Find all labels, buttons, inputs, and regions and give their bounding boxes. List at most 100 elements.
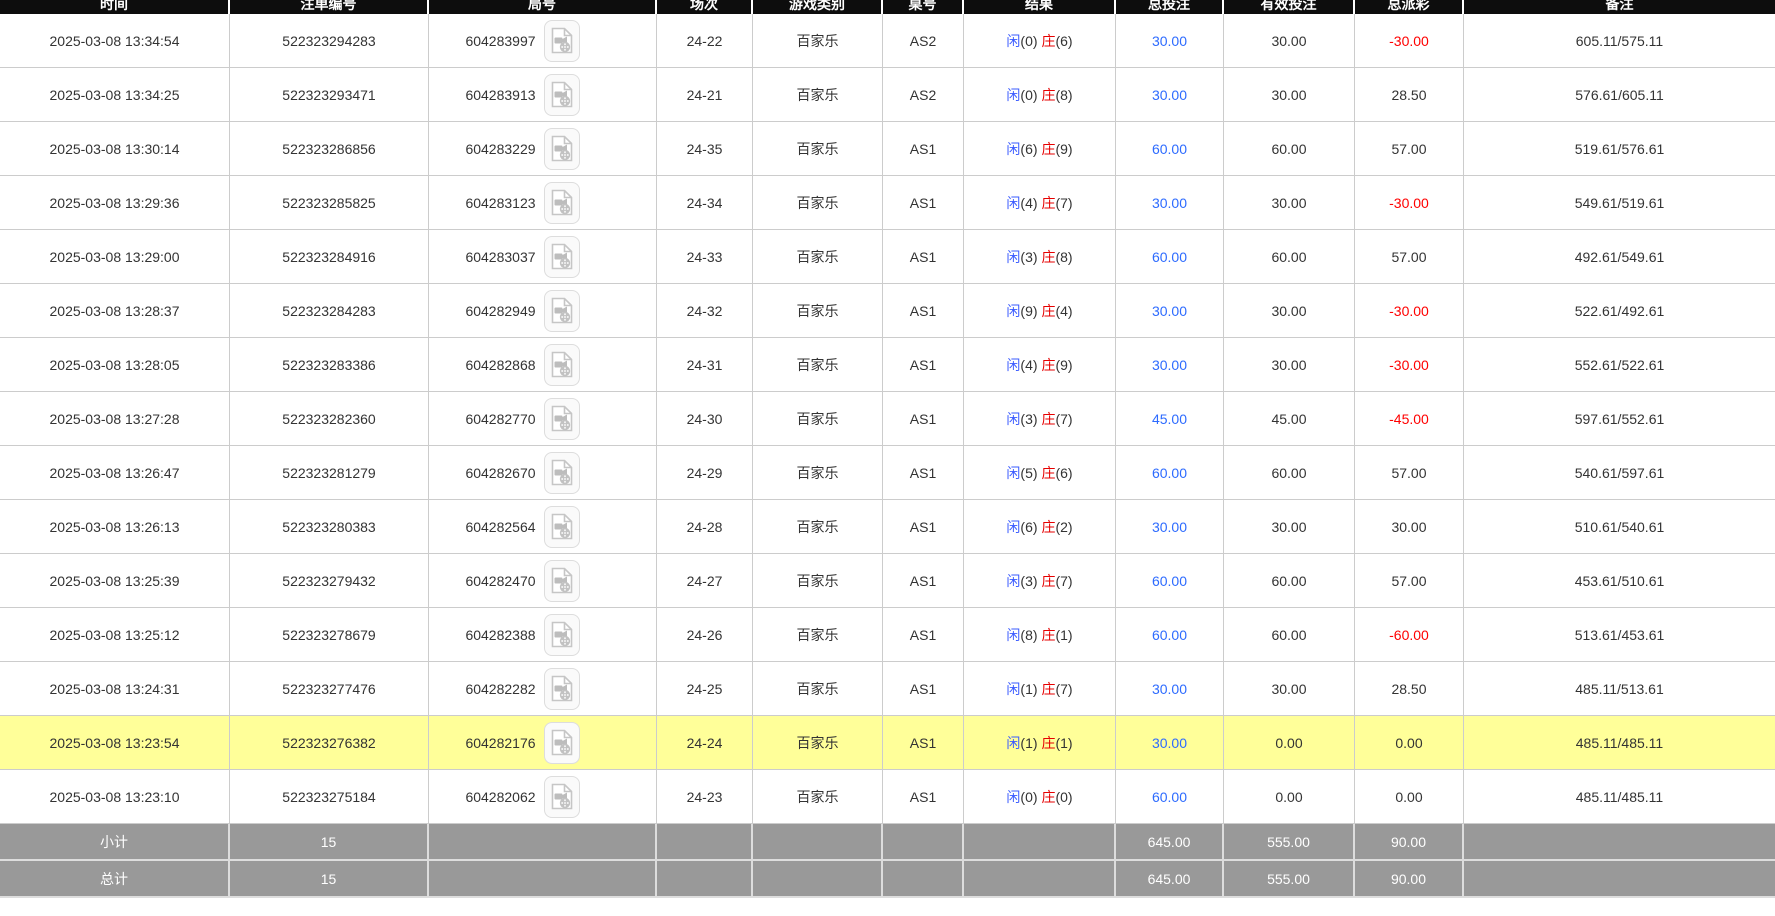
session-cell: 24-26 bbox=[657, 608, 753, 662]
summary-empty-cell bbox=[883, 861, 964, 898]
bet-id-cell: 522323277476 bbox=[230, 662, 429, 716]
total-bet-cell: 45.00 bbox=[1116, 392, 1224, 446]
banker-label: 庄 bbox=[1041, 573, 1055, 589]
bet-id-cell: 522323286856 bbox=[230, 122, 429, 176]
summary-payout-cell: 90.00 bbox=[1355, 824, 1464, 861]
table-id-cell: AS1 bbox=[883, 770, 964, 824]
video-record-icon bbox=[551, 513, 573, 540]
valid-bet-cell: 60.00 bbox=[1224, 446, 1355, 500]
table-row: 2025-03-08 13:30:14 522323286856 6042832… bbox=[0, 122, 1775, 176]
col-header-table-id: 桌号 bbox=[883, 0, 964, 14]
summary-valid-bet-cell: 555.00 bbox=[1224, 824, 1355, 861]
table-row: 2025-03-08 13:24:31 522323277476 6042822… bbox=[0, 662, 1775, 716]
video-record-button[interactable] bbox=[544, 128, 580, 170]
video-record-button[interactable] bbox=[544, 452, 580, 494]
round-id-cell: 604282770 bbox=[429, 392, 657, 446]
table-id-cell: AS1 bbox=[883, 230, 964, 284]
video-record-button[interactable] bbox=[544, 182, 580, 224]
bet-id-cell: 522323276382 bbox=[230, 716, 429, 770]
summary-empty-cell bbox=[753, 824, 883, 861]
remark-cell: 485.11/485.11 bbox=[1464, 716, 1775, 770]
col-header-total-bet: 总投注 bbox=[1116, 0, 1224, 14]
summary-empty-cell bbox=[964, 861, 1116, 898]
table-row: 2025-03-08 13:25:12 522323278679 6042823… bbox=[0, 608, 1775, 662]
round-id-value: 604282470 bbox=[465, 573, 535, 589]
time-cell: 2025-03-08 13:29:36 bbox=[0, 176, 230, 230]
video-record-button[interactable] bbox=[544, 290, 580, 332]
payout-cell: 30.00 bbox=[1355, 500, 1464, 554]
table-row: 2025-03-08 13:26:47 522323281279 6042826… bbox=[0, 446, 1775, 500]
round-id-value: 604282770 bbox=[465, 411, 535, 427]
round-id-cell: 604283997 bbox=[429, 14, 657, 68]
bet-id-cell: 522323293471 bbox=[230, 68, 429, 122]
table-row: 2025-03-08 13:29:00 522323284916 6042830… bbox=[0, 230, 1775, 284]
game-type-cell: 百家乐 bbox=[753, 608, 883, 662]
col-header-round-id: 局号 bbox=[429, 0, 657, 14]
round-id-cell: 604282470 bbox=[429, 554, 657, 608]
video-record-button[interactable] bbox=[544, 398, 580, 440]
player-score: (3) bbox=[1020, 249, 1037, 265]
table-id-cell: AS1 bbox=[883, 392, 964, 446]
banker-score: (1) bbox=[1055, 627, 1072, 643]
bet-id-cell: 522323281279 bbox=[230, 446, 429, 500]
remark-cell: 485.11/513.61 bbox=[1464, 662, 1775, 716]
video-record-button[interactable] bbox=[544, 722, 580, 764]
valid-bet-cell: 0.00 bbox=[1224, 716, 1355, 770]
video-record-button[interactable] bbox=[544, 74, 580, 116]
bet-id-cell: 522323280383 bbox=[230, 500, 429, 554]
valid-bet-cell: 30.00 bbox=[1224, 338, 1355, 392]
round-id-cell: 604283037 bbox=[429, 230, 657, 284]
player-score: (0) bbox=[1020, 789, 1037, 805]
total-bet-cell: 30.00 bbox=[1116, 662, 1224, 716]
payout-cell: -45.00 bbox=[1355, 392, 1464, 446]
round-id-cell: 604282564 bbox=[429, 500, 657, 554]
summary-remark-cell bbox=[1464, 824, 1775, 861]
video-record-button[interactable] bbox=[544, 20, 580, 62]
player-label: 闲 bbox=[1006, 303, 1020, 319]
video-record-button[interactable] bbox=[544, 668, 580, 710]
video-record-button[interactable] bbox=[544, 776, 580, 818]
table-row: 2025-03-08 13:28:05 522323283386 6042828… bbox=[0, 338, 1775, 392]
banker-label: 庄 bbox=[1041, 357, 1055, 373]
session-cell: 24-28 bbox=[657, 500, 753, 554]
summary-total-bet-cell: 645.00 bbox=[1116, 824, 1224, 861]
session-cell: 24-34 bbox=[657, 176, 753, 230]
round-id-cell: 604282176 bbox=[429, 716, 657, 770]
table-id-cell: AS2 bbox=[883, 68, 964, 122]
time-cell: 2025-03-08 13:25:12 bbox=[0, 608, 230, 662]
round-id-cell: 604282282 bbox=[429, 662, 657, 716]
remark-cell: 522.61/492.61 bbox=[1464, 284, 1775, 338]
subtotal-row: 小计 15 645.00 555.00 90.00 bbox=[0, 824, 1775, 861]
game-type-cell: 百家乐 bbox=[753, 554, 883, 608]
video-record-button[interactable] bbox=[544, 560, 580, 602]
player-label: 闲 bbox=[1006, 519, 1020, 535]
video-record-icon bbox=[551, 729, 573, 756]
time-cell: 2025-03-08 13:25:39 bbox=[0, 554, 230, 608]
remark-cell: 510.61/540.61 bbox=[1464, 500, 1775, 554]
round-id-cell: 604283123 bbox=[429, 176, 657, 230]
table-id-cell: AS2 bbox=[883, 14, 964, 68]
banker-label: 庄 bbox=[1041, 33, 1055, 49]
banker-score: (6) bbox=[1055, 465, 1072, 481]
banker-label: 庄 bbox=[1041, 249, 1055, 265]
player-score: (6) bbox=[1020, 519, 1037, 535]
remark-cell: 576.61/605.11 bbox=[1464, 68, 1775, 122]
round-id-cell: 604282062 bbox=[429, 770, 657, 824]
summary-empty-cell bbox=[657, 861, 753, 898]
round-id-cell: 604282670 bbox=[429, 446, 657, 500]
video-record-button[interactable] bbox=[544, 344, 580, 386]
table-id-cell: AS1 bbox=[883, 662, 964, 716]
table-header: 时间 注单编号 局号 场次 游戏类别 桌号 结果 总投注 有效投注 总派彩 备注 bbox=[0, 0, 1775, 14]
summary-count-cell: 15 bbox=[230, 824, 429, 861]
game-type-cell: 百家乐 bbox=[753, 338, 883, 392]
video-record-button[interactable] bbox=[544, 506, 580, 548]
table-row: 2025-03-08 13:26:13 522323280383 6042825… bbox=[0, 500, 1775, 554]
banker-score: (7) bbox=[1055, 573, 1072, 589]
video-record-icon bbox=[551, 81, 573, 108]
game-type-cell: 百家乐 bbox=[753, 68, 883, 122]
game-type-cell: 百家乐 bbox=[753, 392, 883, 446]
round-id-cell: 604283229 bbox=[429, 122, 657, 176]
video-record-button[interactable] bbox=[544, 614, 580, 656]
video-record-button[interactable] bbox=[544, 236, 580, 278]
col-header-bet-id: 注单编号 bbox=[230, 0, 429, 14]
